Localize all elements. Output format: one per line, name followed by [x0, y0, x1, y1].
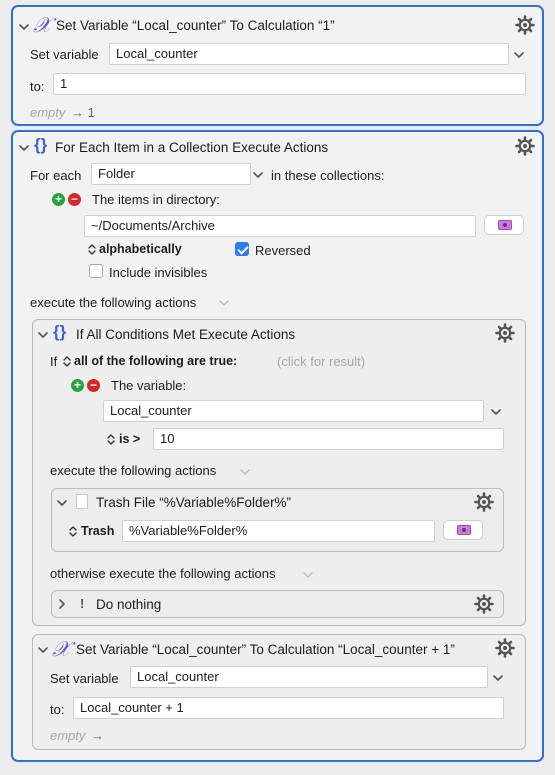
gear-icon[interactable] — [495, 323, 515, 343]
expand-chevron-icon[interactable] — [57, 599, 67, 609]
directory-path-field[interactable]: ~/Documents/Archive — [84, 215, 476, 237]
action-title: Trash File “%Variable%Folder%” — [96, 495, 292, 510]
variable-name-field[interactable]: Local_counter — [130, 666, 488, 688]
action-title: Do nothing — [96, 597, 162, 612]
add-collection-icon[interactable]: + — [52, 193, 65, 206]
execute-actions-chevron-icon[interactable] — [240, 467, 250, 477]
reversed-checkbox[interactable] — [235, 242, 249, 256]
trash-path-field[interactable]: %Variable%Folder% — [122, 520, 435, 542]
remove-condition-icon[interactable]: − — [87, 379, 100, 392]
calculator-x-icon: 𝒳 — [52, 637, 71, 661]
variable-dropdown-chevron-icon[interactable] — [514, 50, 524, 60]
gear-icon[interactable] — [474, 492, 494, 512]
gear-icon[interactable] — [515, 136, 535, 156]
gear-icon[interactable] — [515, 15, 535, 35]
variable-dropdown-chevron-icon[interactable] — [493, 673, 503, 683]
otherwise-actions-chevron-icon[interactable] — [303, 570, 313, 580]
condition-type-label: The variable: — [111, 378, 187, 393]
braces-icon: {} — [53, 322, 67, 341]
otherwise-actions-label: otherwise execute the following actions — [50, 566, 276, 581]
action-trash-file[interactable]: Trash File “%Variable%Folder%” Trash %Va… — [51, 488, 504, 552]
collection-type-label: The items in directory: — [92, 192, 220, 207]
compare-value-field[interactable]: 10 — [153, 428, 504, 450]
for-each-variable-field[interactable]: Folder — [91, 163, 251, 185]
collapse-chevron-icon[interactable] — [19, 143, 29, 153]
choose-file-button[interactable] — [443, 520, 483, 540]
sort-updown-icon[interactable] — [88, 243, 96, 255]
variable-name-field[interactable]: Local_counter — [109, 43, 509, 65]
folder-icon — [498, 220, 512, 230]
to-label: to: — [30, 79, 45, 94]
collapse-chevron-icon[interactable] — [38, 330, 48, 340]
action-title: Set Variable “Local_counter” To Calculat… — [56, 18, 335, 33]
action-title: Set Variable “Local_counter” To Calculat… — [76, 642, 455, 657]
result-value: → — [91, 728, 104, 743]
operator-updown-icon[interactable] — [107, 433, 115, 445]
set-variable-label: Set variable — [30, 47, 99, 62]
calculator-x-icon: 𝒳 — [33, 13, 52, 37]
add-condition-icon[interactable]: + — [71, 379, 84, 392]
braces-icon: {} — [34, 135, 48, 154]
condition-variable-field[interactable]: Local_counter — [103, 400, 484, 422]
action-for-each[interactable]: {} For Each Item in a Collection Execute… — [11, 130, 544, 762]
action-title: For Each Item in a Collection Execute Ac… — [55, 140, 329, 155]
file-icon — [76, 494, 88, 509]
click-for-result-link[interactable]: (click for result) — [277, 354, 365, 369]
execute-actions-chevron-icon[interactable] — [219, 298, 229, 308]
warning-icon: ! — [80, 596, 85, 611]
condition-variable-dropdown-chevron-icon[interactable] — [491, 407, 501, 417]
gear-icon[interactable] — [474, 594, 494, 614]
sort-order-popup[interactable]: alphabetically — [99, 242, 182, 256]
choose-folder-button[interactable] — [484, 215, 524, 235]
action-title: If All Conditions Met Execute Actions — [76, 327, 296, 342]
result-empty-label: empty — [50, 728, 86, 743]
to-label: to: — [50, 702, 65, 717]
collapse-chevron-icon[interactable] — [38, 645, 48, 655]
operator-popup[interactable]: is > — [119, 432, 140, 446]
set-variable-label: Set variable — [50, 671, 119, 686]
action-if-conditions[interactable]: {} If All Conditions Met Execute Actions… — [32, 319, 526, 626]
remove-collection-icon[interactable]: − — [68, 193, 81, 206]
include-invisibles-label: Include invisibles — [109, 265, 208, 280]
for-each-dropdown-chevron-icon[interactable] — [253, 170, 263, 180]
in-collections-label: in these collections: — [271, 168, 385, 183]
reversed-label: Reversed — [255, 243, 311, 258]
calculation-field[interactable]: 1 — [53, 73, 526, 95]
action-do-nothing[interactable]: ! Do nothing — [51, 590, 504, 618]
trash-mode-updown-icon[interactable] — [69, 525, 77, 537]
gear-icon[interactable] — [495, 638, 515, 658]
trash-mode-popup[interactable]: Trash — [81, 524, 114, 538]
condition-mode-updown-icon[interactable] — [63, 355, 71, 367]
include-invisibles-checkbox[interactable] — [89, 264, 103, 278]
execute-actions-label: execute the following actions — [30, 295, 197, 310]
action-set-variable-1[interactable]: 𝒳 Set Variable “Local_counter” To Calcul… — [11, 5, 544, 126]
execute-actions-label: execute the following actions — [50, 463, 217, 478]
collapse-chevron-icon[interactable] — [57, 498, 67, 508]
calculation-field[interactable]: Local_counter + 1 — [73, 697, 504, 719]
collapse-chevron-icon[interactable] — [19, 22, 29, 32]
for-each-label: For each — [30, 168, 82, 183]
result-value: → 1 — [71, 105, 95, 120]
action-set-variable-increment[interactable]: 𝒳 Set Variable “Local_counter” To Calcul… — [32, 634, 526, 750]
result-empty-label: empty — [30, 105, 66, 120]
if-label: If — [50, 354, 58, 369]
condition-mode-popup[interactable]: all of the following are true: — [74, 354, 237, 368]
folder-icon — [457, 525, 471, 535]
